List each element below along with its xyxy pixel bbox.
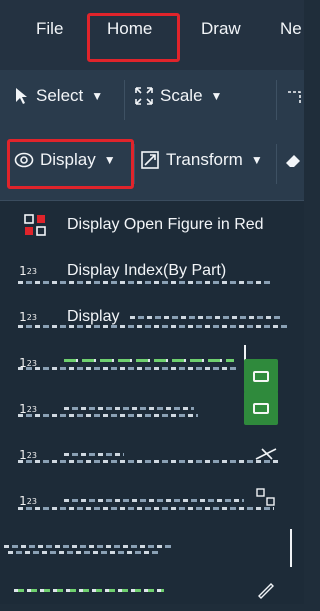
menu-item-display-garbled[interactable]: 123 Display xyxy=(0,295,304,339)
index-icon: 123 xyxy=(19,264,37,278)
menu-item-garbled-5[interactable]: 123 xyxy=(0,387,304,431)
render-artifact xyxy=(18,414,198,417)
ribbon-divider xyxy=(276,80,277,120)
render-artifact xyxy=(18,507,274,510)
next-tool-partial[interactable] xyxy=(284,88,304,108)
render-artifact xyxy=(130,316,280,319)
menu-item-label: Display Open Figure in Red xyxy=(67,216,264,233)
scale-label: Scale xyxy=(160,86,203,105)
chevron-down-icon: ▼ xyxy=(210,89,223,103)
index-icon: 123 xyxy=(19,448,37,462)
render-artifact xyxy=(18,281,270,284)
tool-partial-icon xyxy=(288,91,301,104)
menu-bar: File Home Draw Ne xyxy=(0,0,304,70)
menu-next-partial[interactable]: Ne xyxy=(280,19,302,39)
display-dropdown-menu: Display Open Figure in Red 123 Display I… xyxy=(0,200,304,604)
scissors-icon xyxy=(255,448,277,460)
select-label: Select xyxy=(36,86,84,105)
render-artifact xyxy=(290,529,292,567)
index-icon: 123 xyxy=(19,402,37,416)
node-shape-icon xyxy=(256,488,275,506)
green-rect-button[interactable] xyxy=(244,391,278,425)
menu-file[interactable]: File xyxy=(36,19,63,39)
menu-draw[interactable]: Draw xyxy=(201,19,241,39)
index-icon: 123 xyxy=(19,356,37,370)
home-highlight-box xyxy=(87,13,180,62)
menu-item-garbled-6[interactable]: 123 xyxy=(0,433,304,477)
render-artifact xyxy=(4,545,174,548)
ribbon-toolbar: Select ▼ Scale ▼ Display ▼ Transform ▼ xyxy=(0,70,304,200)
scale-arrows-icon xyxy=(135,87,153,105)
chevron-down-icon: ▼ xyxy=(250,153,263,167)
ribbon-divider xyxy=(134,144,135,184)
render-artifact xyxy=(8,551,158,554)
cursor-arrow-icon xyxy=(16,88,27,104)
menu-item-garbled-9[interactable] xyxy=(0,567,304,611)
ribbon-divider xyxy=(124,80,125,120)
render-artifact xyxy=(18,460,278,463)
render-artifact xyxy=(64,453,124,456)
select-button[interactable]: Select ▼ xyxy=(14,86,103,106)
render-artifact xyxy=(64,407,194,410)
render-artifact xyxy=(64,359,234,362)
open-figure-red-icon xyxy=(24,214,46,236)
render-artifact xyxy=(64,499,244,502)
menu-item-garbled-7[interactable]: 123 xyxy=(0,479,304,523)
menu-item-label: Display xyxy=(67,308,120,325)
eraser-icon xyxy=(286,155,300,167)
transform-button[interactable]: Transform ▼ xyxy=(140,150,263,170)
menu-item-garbled-8[interactable] xyxy=(0,525,304,569)
render-artifact xyxy=(18,367,238,370)
render-artifact xyxy=(14,589,164,592)
scale-button[interactable]: Scale ▼ xyxy=(134,86,222,106)
eraser-button[interactable] xyxy=(284,150,304,170)
transform-label: Transform xyxy=(166,150,243,169)
transform-icon xyxy=(141,151,159,169)
menu-item-garbled-4[interactable]: 123 xyxy=(0,341,304,393)
pen-icon xyxy=(258,583,274,599)
display-highlight-box xyxy=(7,139,134,189)
render-artifact xyxy=(18,325,288,328)
ribbon-divider xyxy=(276,144,277,184)
chevron-down-icon: ▼ xyxy=(91,89,104,103)
menu-item-display-open-figure-red[interactable]: Display Open Figure in Red xyxy=(0,203,304,247)
menu-item-label: Display Index(By Part) xyxy=(67,262,227,279)
menu-item-display-index-by-part[interactable]: 123 Display Index(By Part) xyxy=(0,249,304,293)
